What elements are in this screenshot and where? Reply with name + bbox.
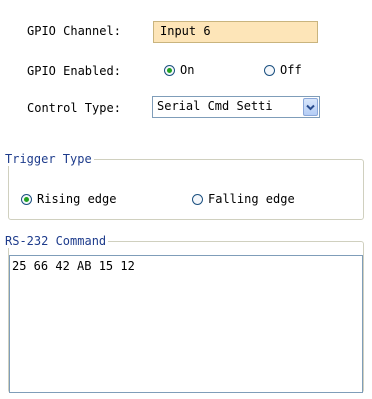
rs232-command-value: 25 66 42 AB 15 12 [12,259,135,273]
gpio-enabled-off-radio[interactable]: Off [264,63,302,77]
gpio-channel-field[interactable]: Input 6 [153,21,318,43]
trigger-falling-label: Falling edge [208,192,295,206]
dropdown-button[interactable] [303,98,318,116]
gpio-enabled-on-radio[interactable]: On [164,63,194,77]
chevron-down-icon [306,104,315,110]
gpio-channel-label: GPIO Channel: [27,24,121,38]
trigger-rising-label: Rising edge [37,192,117,206]
trigger-type-group [8,159,364,220]
trigger-type-title: Trigger Type [3,152,94,166]
trigger-rising-radio[interactable]: Rising edge [21,192,116,206]
rs232-title: RS-232 Command [3,234,109,248]
radio-checked-icon [21,193,32,205]
control-type-value: Serial Cmd Setti [157,99,273,113]
rs232-command-textarea[interactable]: 25 66 42 AB 15 12 [9,255,363,393]
gpio-enabled-off-label: Off [280,63,302,77]
radio-unchecked-icon [264,64,275,76]
gpio-enabled-on-label: On [180,63,195,77]
gpio-channel-value: Input 6 [160,24,211,38]
control-type-select[interactable]: Serial Cmd Setti [152,96,320,118]
control-type-label: Control Type: [27,101,121,115]
trigger-falling-radio[interactable]: Falling edge [192,192,295,206]
gpio-enabled-label: GPIO Enabled: [27,64,121,78]
radio-checked-icon [164,64,175,76]
radio-unchecked-icon [192,193,203,205]
